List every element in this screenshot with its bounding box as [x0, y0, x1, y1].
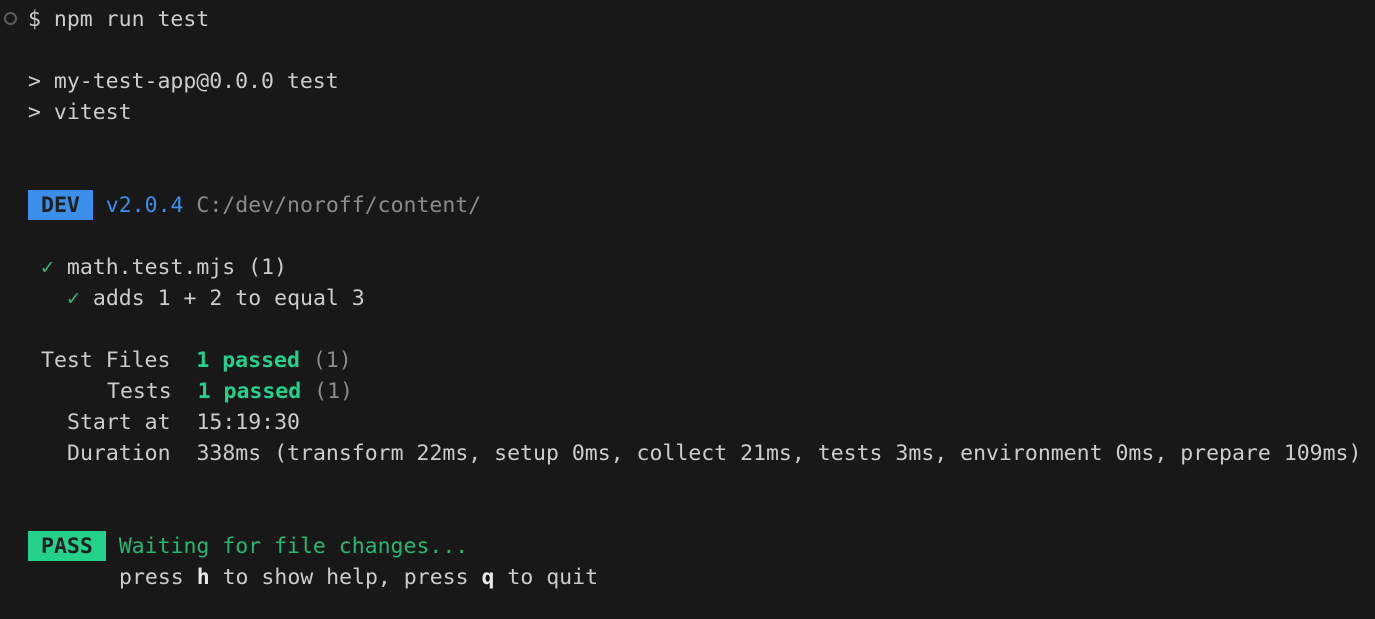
test-file-name: math.test.mjs (1): [66, 255, 287, 280]
dev-badge: DEV: [28, 190, 93, 220]
help-key[interactable]: h: [197, 565, 210, 590]
terminal[interactable]: $ npm run test > my-test-app@0.0.0 test …: [0, 0, 1375, 619]
test-case-name: adds 1 + 2 to equal 3: [92, 286, 365, 311]
summary-start-at: Start at 15:19:30: [67, 407, 300, 438]
prompt-symbol: $: [28, 7, 41, 32]
prompt-line: $ npm run test: [28, 4, 209, 35]
summary-label: Test Files: [41, 348, 171, 373]
summary-value: 15:19:30: [196, 410, 301, 435]
pass-status: PASS Waiting for file changes...: [28, 531, 468, 562]
summary-duration: Duration 338ms (transform 22ms, setup 0m…: [67, 438, 1361, 469]
summary-label: Duration: [67, 441, 171, 466]
previous-line-fragment: [1156, 0, 1164, 2]
script-line: > my-test-app@0.0.0 test: [28, 69, 339, 94]
check-icon: ✓: [67, 286, 80, 311]
test-file-result: ✓ math.test.mjs (1): [41, 252, 287, 283]
summary-label: Start at: [67, 410, 171, 435]
pass-badge: PASS: [28, 531, 106, 561]
summary-value: 338ms (transform 22ms, setup 0ms, collec…: [196, 441, 1362, 466]
vitest-version: v2.0.4: [105, 193, 184, 218]
previous-line-fragment: [753, 0, 761, 2]
help-hint: press h to show help, press q to quit: [119, 562, 598, 593]
previous-line-fragment: [895, 0, 898, 2]
project-path: C:/dev/noroff/content/: [196, 193, 482, 218]
quit-key[interactable]: q: [482, 565, 495, 590]
summary-tests: Tests 1 passed (1): [107, 376, 353, 407]
watch-status: Waiting for file changes...: [118, 534, 469, 559]
help-text: press: [119, 565, 184, 590]
circle-outline-icon: [4, 12, 17, 25]
help-text: to quit: [507, 565, 599, 590]
prompt-command: npm run test: [53, 7, 210, 32]
script-line: > vitest: [28, 100, 132, 125]
summary-passed: 1 passed: [196, 348, 300, 373]
check-icon: ✓: [41, 255, 54, 280]
test-case-result: ✓ adds 1 + 2 to equal 3: [67, 283, 365, 314]
summary-label: Tests: [107, 379, 172, 404]
help-text: to show help, press: [222, 565, 469, 590]
previous-line-fragment: [95, 0, 103, 2]
previous-line-fragment: [926, 0, 934, 2]
summary-total: (1): [314, 379, 353, 404]
summary-total: (1): [312, 348, 352, 373]
dev-header: DEV v2.0.4 C:/dev/noroff/content/: [28, 190, 481, 221]
summary-test-files: Test Files 1 passed (1): [41, 345, 352, 376]
summary-passed: 1 passed: [197, 379, 302, 404]
